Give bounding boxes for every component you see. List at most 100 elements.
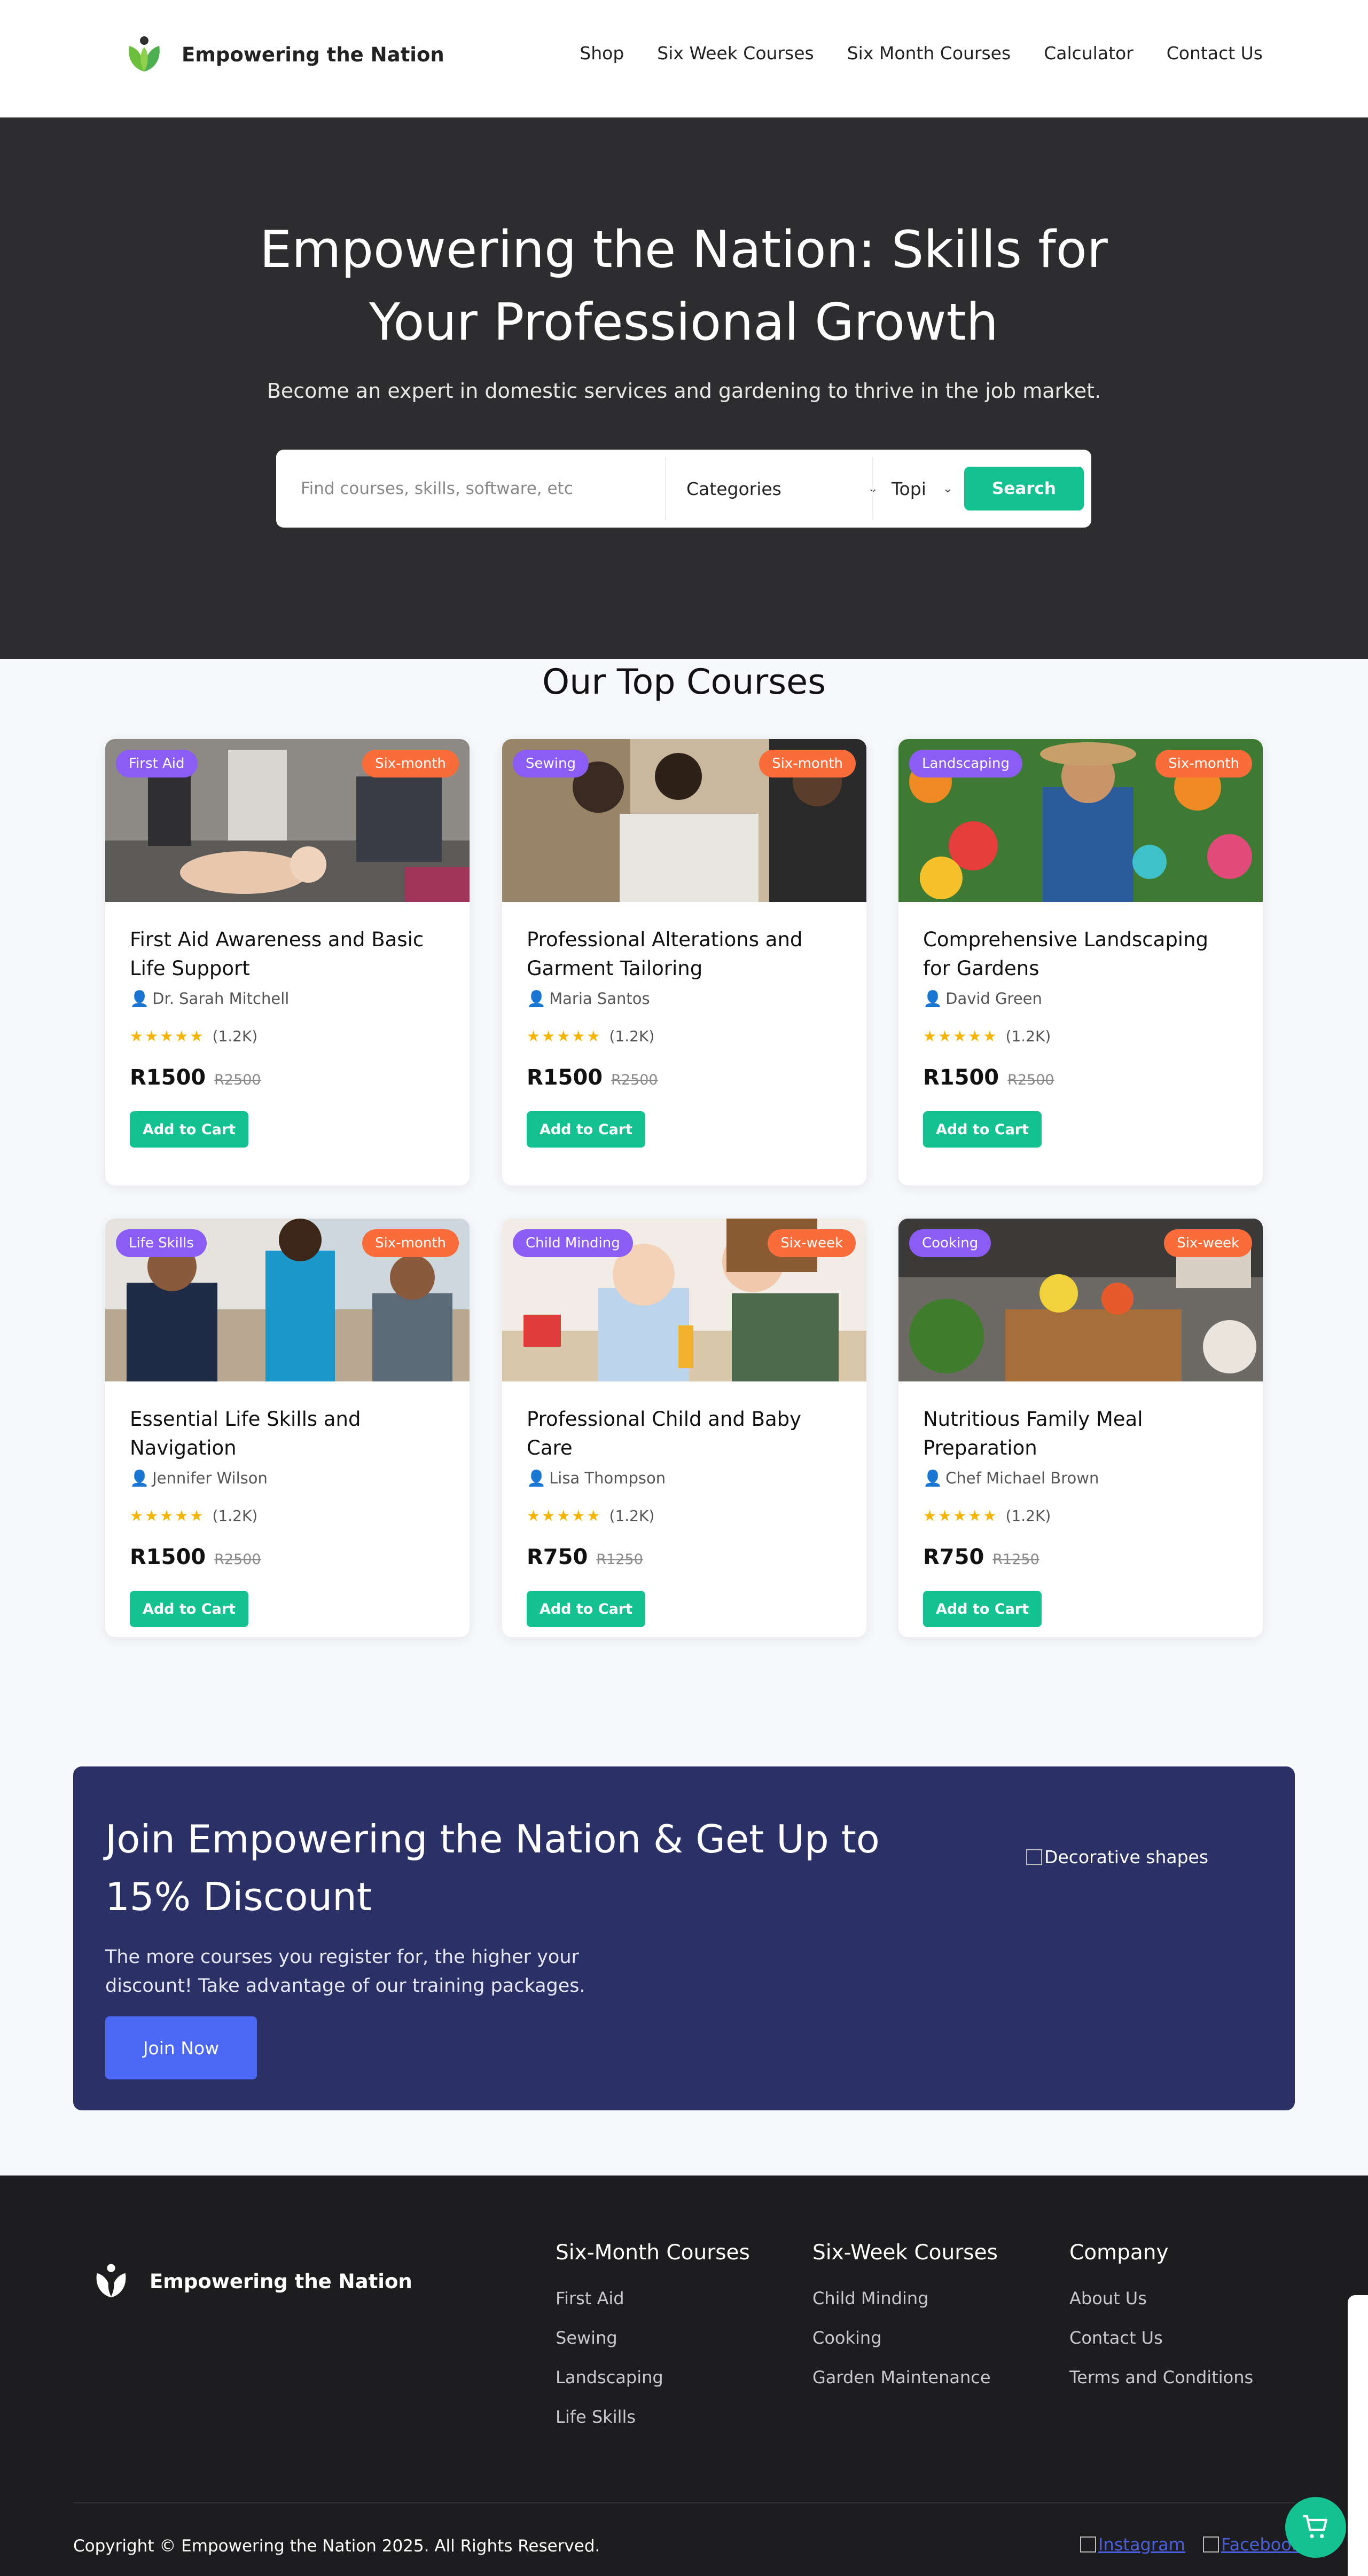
price: R750 — [527, 1545, 588, 1569]
footer-link-about-us[interactable]: About Us — [1069, 2288, 1253, 2308]
footer-heading: Company — [1069, 2241, 1169, 2265]
price: R1500 — [527, 1065, 603, 1090]
user-icon: 👤 — [923, 989, 943, 1008]
footer-link-contact-us[interactable]: Contact Us — [1069, 2328, 1253, 2348]
broken-image-icon — [1026, 1849, 1042, 1865]
course-image-life-skills: Life Skills Six-month — [105, 1219, 470, 1381]
duration-badge: Six-month — [362, 750, 459, 777]
course-title[interactable]: Professional Child and Baby Care — [527, 1405, 842, 1463]
course-image-cooking: Cooking Six-week — [898, 1219, 1263, 1381]
course-card[interactable]: First Aid Six-month First Aid Awareness … — [105, 739, 470, 1185]
course-title[interactable]: First Aid Awareness and Basic Life Suppo… — [130, 925, 445, 983]
promo-title: Join Empowering the Nation & Get Up to 1… — [105, 1817, 880, 1919]
duration-badge: Six-week — [768, 1229, 856, 1257]
search-input[interactable] — [291, 464, 654, 514]
price: R1500 — [130, 1545, 206, 1569]
course-title[interactable]: Comprehensive Landscaping for Gardens — [923, 925, 1238, 983]
hero-title: Empowering the Nation: Skills for Your P… — [260, 221, 1108, 352]
course-card[interactable]: Cooking Six-week Nutritious Family Meal … — [898, 1219, 1263, 1637]
footer-link-terms[interactable]: Terms and Conditions — [1069, 2367, 1253, 2387]
course-card[interactable]: Landscaping Six-month Comprehensive Land… — [898, 739, 1263, 1185]
copyright: Copyright © Empowering the Nation 2025. … — [73, 2536, 600, 2556]
footer-column-six-month: Six-Month Courses First Aid Sewing Lands… — [556, 2241, 750, 2446]
course-title[interactable]: Professional Alterations and Garment Tai… — [527, 925, 842, 983]
brand[interactable]: Empowering the Nation — [123, 33, 444, 76]
nav-link-contact-us[interactable]: Contact Us — [1167, 43, 1263, 64]
user-icon: 👤 — [527, 989, 546, 1008]
divider — [665, 457, 666, 520]
nav-links: Shop Six Week Courses Six Month Courses … — [580, 43, 1263, 64]
add-to-cart-button[interactable]: Add to Cart — [130, 1111, 248, 1148]
footer: Empowering the Nation Six-Month Courses … — [0, 2176, 1368, 2576]
footer-link-child-minding[interactable]: Child Minding — [812, 2288, 998, 2308]
footer-link-life-skills[interactable]: Life Skills — [556, 2407, 750, 2427]
instructor: 👤 Jennifer Wilson — [130, 1469, 445, 1488]
course-card[interactable]: Child Minding Six-week Professional Chil… — [502, 1219, 866, 1637]
footer-link-landscaping[interactable]: Landscaping — [556, 2367, 750, 2387]
cart-button[interactable] — [1285, 2497, 1346, 2558]
footer-column-company: Company About Us Contact Us Terms and Co… — [1069, 2241, 1253, 2407]
categories-select[interactable]: Categories ⌄ — [686, 464, 889, 514]
footer-heading: Six-Month Courses — [556, 2241, 750, 2265]
leaf-logo-icon — [96, 2264, 126, 2298]
course-title[interactable]: Nutritious Family Meal Preparation — [923, 1405, 1238, 1463]
price: R1500 — [130, 1065, 206, 1090]
old-price: R2500 — [1007, 1072, 1054, 1088]
instructor: 👤 Maria Santos — [527, 989, 842, 1008]
duration-badge: Six-week — [1164, 1229, 1252, 1257]
star-rating-icon: ★★★★★ — [130, 1507, 205, 1525]
footer-link-first-aid[interactable]: First Aid — [556, 2288, 750, 2308]
category-badge: Cooking — [909, 1229, 991, 1257]
add-to-cart-button[interactable]: Add to Cart — [527, 1111, 645, 1148]
instagram-link[interactable]: Instagram — [1080, 2534, 1185, 2555]
category-badge: Child Minding — [513, 1229, 633, 1257]
category-badge: First Aid — [116, 750, 198, 777]
join-now-button[interactable]: Join Now — [105, 2016, 257, 2079]
nav-link-six-week-courses[interactable]: Six Week Courses — [657, 43, 814, 64]
nav-link-six-month-courses[interactable]: Six Month Courses — [847, 43, 1011, 64]
footer-link-garden-maintenance[interactable]: Garden Maintenance — [812, 2367, 998, 2387]
course-card[interactable]: Sewing Six-month Professional Alteration… — [502, 739, 866, 1185]
old-price: R2500 — [214, 1072, 261, 1088]
star-rating-icon: ★★★★★ — [527, 1507, 602, 1525]
footer-link-sewing[interactable]: Sewing — [556, 2328, 750, 2348]
category-badge: Landscaping — [909, 750, 1022, 777]
nav-link-shop[interactable]: Shop — [580, 43, 624, 64]
old-price: R2500 — [214, 1551, 261, 1568]
add-to-cart-button[interactable]: Add to Cart — [923, 1111, 1042, 1148]
side-panel-edge — [1348, 2295, 1368, 2576]
footer-column-six-week: Six-Week Courses Child Minding Cooking G… — [812, 2241, 998, 2407]
footer-heading: Six-Week Courses — [812, 2241, 998, 2265]
add-to-cart-button[interactable]: Add to Cart — [923, 1591, 1042, 1627]
decorative-shapes-image: Decorative shapes — [1026, 1847, 1208, 1867]
nav-link-calculator[interactable]: Calculator — [1044, 43, 1134, 64]
category-badge: Life Skills — [116, 1229, 207, 1257]
price-row: R750 R1250 — [923, 1545, 1238, 1569]
old-price: R1250 — [596, 1551, 643, 1568]
course-card[interactable]: Life Skills Six-month Essential Life Ski… — [105, 1219, 470, 1637]
star-rating-icon: ★★★★★ — [527, 1027, 602, 1045]
instructor-name: David Green — [945, 989, 1042, 1008]
course-title[interactable]: Essential Life Skills and Navigation — [130, 1405, 445, 1463]
brand-name: Empowering the Nation — [182, 43, 444, 66]
promo-banner: Join Empowering the Nation & Get Up to 1… — [73, 1766, 1295, 2110]
add-to-cart-button[interactable]: Add to Cart — [527, 1591, 645, 1627]
instructor: 👤 David Green — [923, 989, 1238, 1008]
instructor: 👤 Chef Michael Brown — [923, 1469, 1238, 1488]
review-count: (1.2K) — [212, 1507, 258, 1525]
instructor-name: Jennifer Wilson — [152, 1469, 268, 1487]
rating: ★★★★★ (1.2K) — [923, 1507, 1238, 1525]
review-count: (1.2K) — [212, 1027, 258, 1045]
footer-brand[interactable]: Empowering the Nation — [91, 2261, 412, 2302]
footer-link-cooking[interactable]: Cooking — [812, 2328, 998, 2348]
search-button[interactable]: Search — [964, 467, 1084, 511]
topic-select[interactable]: Topi ⌄ — [892, 464, 956, 514]
add-to-cart-button[interactable]: Add to Cart — [130, 1591, 248, 1627]
duration-badge: Six-month — [362, 1229, 459, 1257]
rating: ★★★★★ (1.2K) — [527, 1507, 842, 1525]
review-count: (1.2K) — [1005, 1507, 1051, 1525]
review-count: (1.2K) — [609, 1027, 655, 1045]
promo-text: The more courses you register for, the h… — [105, 1946, 585, 1997]
star-rating-icon: ★★★★★ — [130, 1027, 205, 1045]
course-image-first-aid: First Aid Six-month — [105, 739, 470, 902]
